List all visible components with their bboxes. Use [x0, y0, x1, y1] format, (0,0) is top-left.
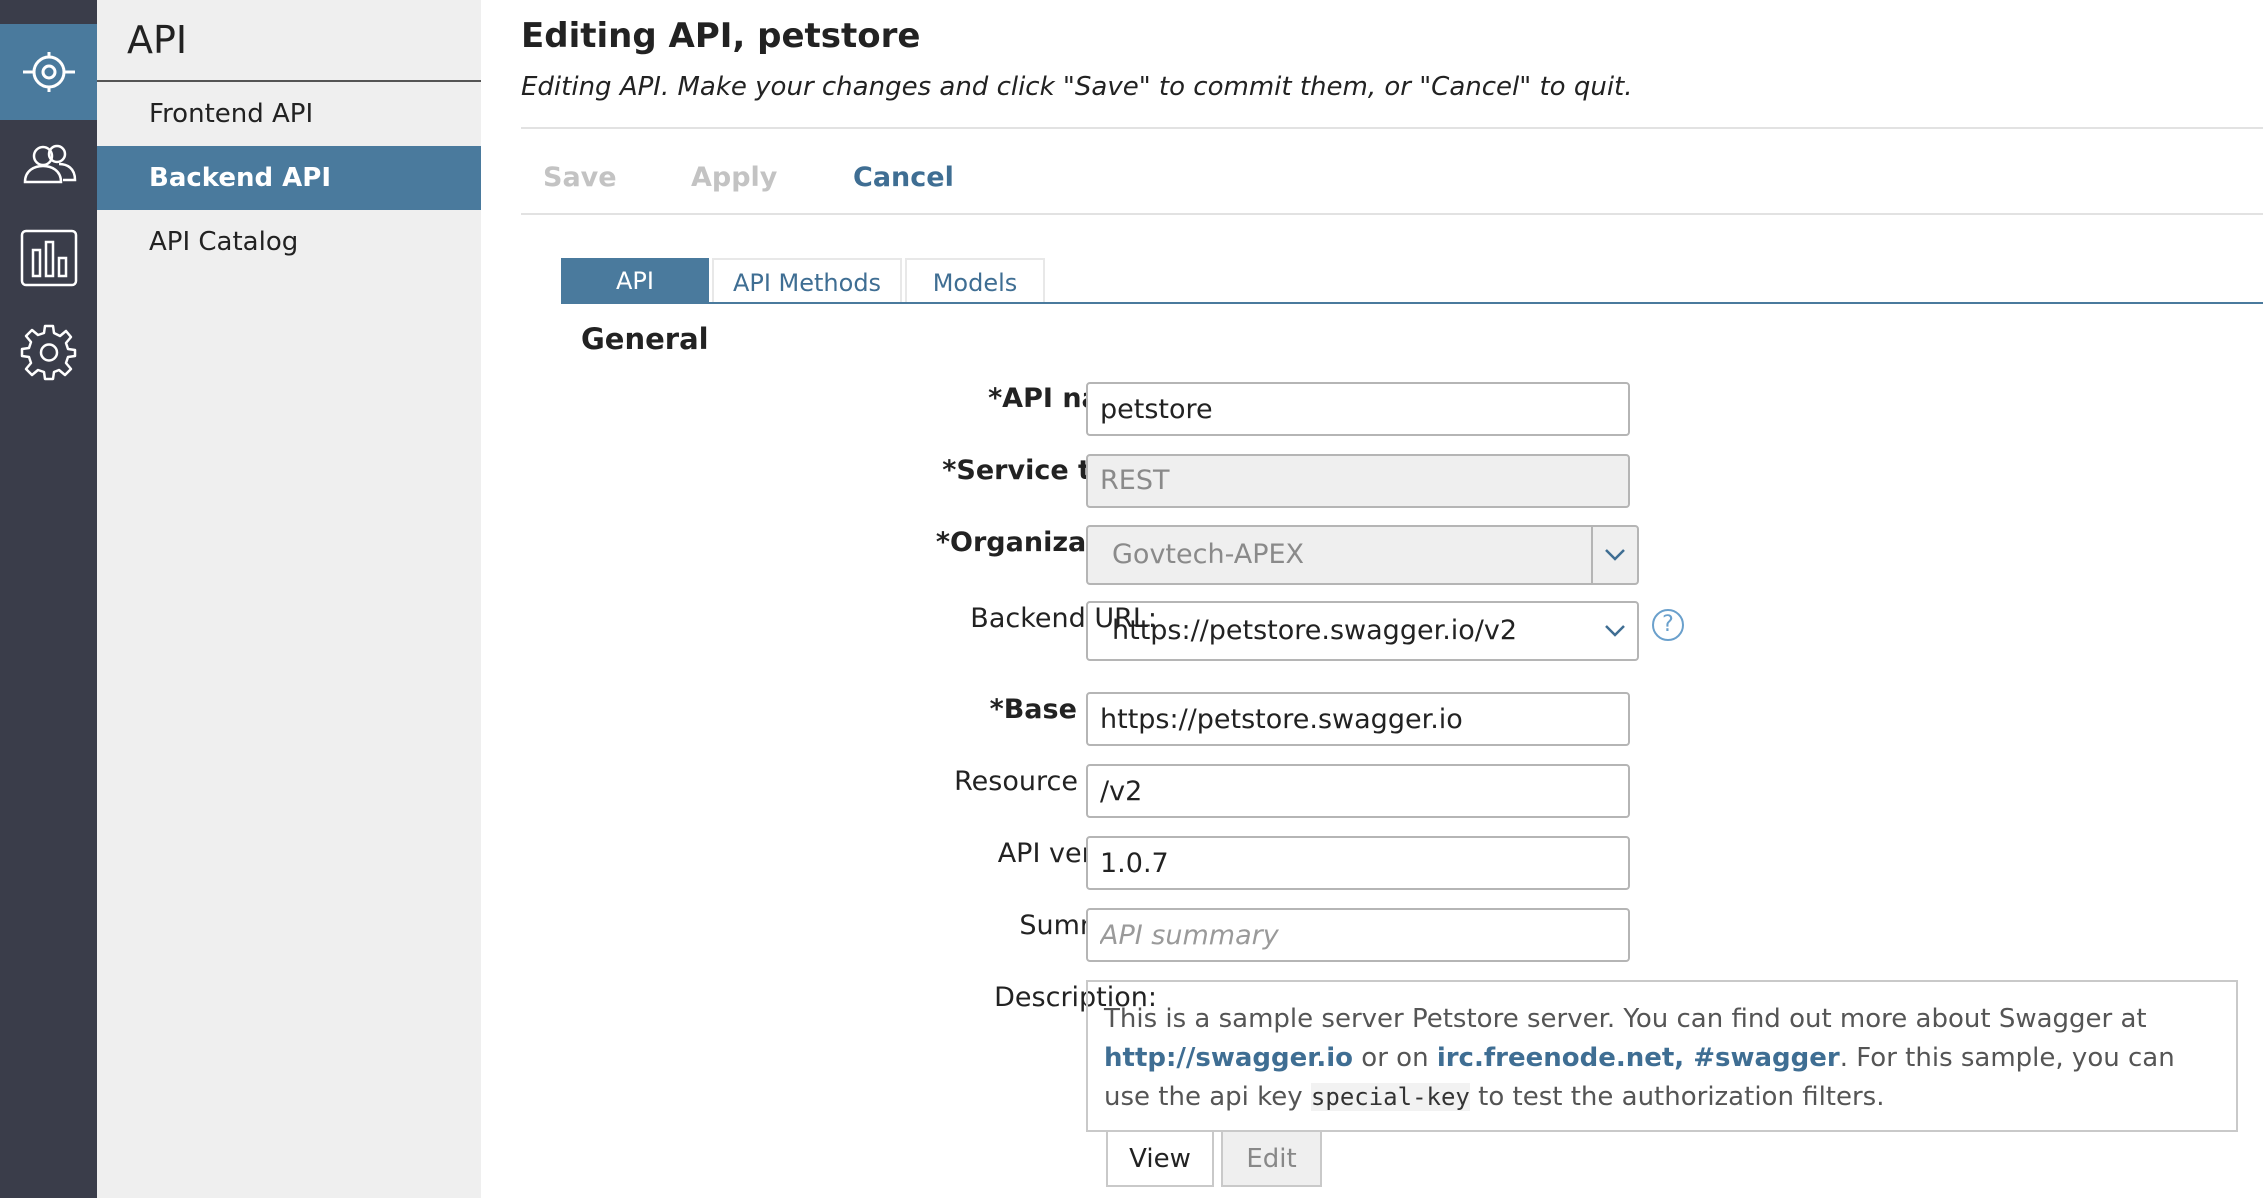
description-text: to test the authorization filters. [1469, 1082, 1885, 1112]
chevron-down-icon [1593, 603, 1637, 659]
main-content: Editing API, petstore Editing API. Make … [481, 0, 2263, 1198]
icon-rail [0, 0, 97, 1198]
gear-icon [20, 324, 76, 381]
save-button[interactable]: Save [543, 162, 617, 193]
tab-api[interactable]: API [561, 258, 709, 304]
description-edit-tab[interactable]: Edit [1221, 1132, 1322, 1187]
divider [521, 127, 2263, 129]
backend-url-value: https://petstore.swagger.io/v2 [1112, 615, 1518, 646]
bar-chart-icon [20, 229, 77, 287]
page-subtitle: Editing API. Make your changes and click… [521, 72, 1633, 102]
description-view-tab[interactable]: View [1106, 1132, 1214, 1187]
apply-button[interactable]: Apply [691, 162, 777, 193]
rail-item-api[interactable] [0, 24, 97, 120]
help-icon[interactable]: ? [1652, 609, 1684, 641]
tab-api-methods[interactable]: API Methods [712, 258, 902, 304]
tab-models[interactable]: Models [905, 258, 1045, 304]
nav-item-api-catalog[interactable]: API Catalog [97, 210, 481, 274]
organization-value: Govtech-APEX [1112, 539, 1305, 570]
api-version-input[interactable] [1086, 836, 1630, 890]
api-key-code: special-key [1310, 1083, 1470, 1111]
api-name-input[interactable] [1086, 382, 1630, 436]
cancel-button[interactable]: Cancel [853, 162, 954, 193]
description-text: This is a sample server Petstore server.… [1104, 1004, 2147, 1034]
nav-item-backend-api[interactable]: Backend API [97, 146, 481, 210]
api-target-icon [22, 52, 75, 92]
organization-select: Govtech-APEX [1086, 525, 1639, 585]
rail-item-analytics[interactable] [0, 210, 97, 306]
backend-url-select[interactable]: https://petstore.swagger.io/v2 [1086, 601, 1639, 661]
nav-title: API [127, 18, 188, 62]
tabs-underline [561, 302, 2263, 304]
page-title: Editing API, petstore [521, 16, 921, 56]
nav-item-frontend-api[interactable]: Frontend API [97, 82, 481, 146]
summary-input[interactable] [1086, 908, 1630, 962]
resource-path-input[interactable] [1086, 764, 1630, 818]
irc-link[interactable]: irc.freenode.net, #swagger [1437, 1043, 1840, 1073]
users-icon [23, 144, 76, 184]
description-preview: This is a sample server Petstore server.… [1086, 980, 2238, 1132]
base-url-input[interactable] [1086, 692, 1630, 746]
swagger-link[interactable]: http://swagger.io [1104, 1043, 1353, 1073]
description-text: or on [1353, 1043, 1437, 1073]
divider [521, 213, 2263, 215]
rail-item-users[interactable] [0, 118, 97, 214]
chevron-down-icon [1591, 527, 1637, 583]
service-type-field: REST [1086, 454, 1630, 508]
section-title: General [581, 322, 709, 356]
secondary-nav: API Frontend API Backend API API Catalog [97, 0, 481, 1198]
rail-item-settings[interactable] [0, 304, 97, 400]
